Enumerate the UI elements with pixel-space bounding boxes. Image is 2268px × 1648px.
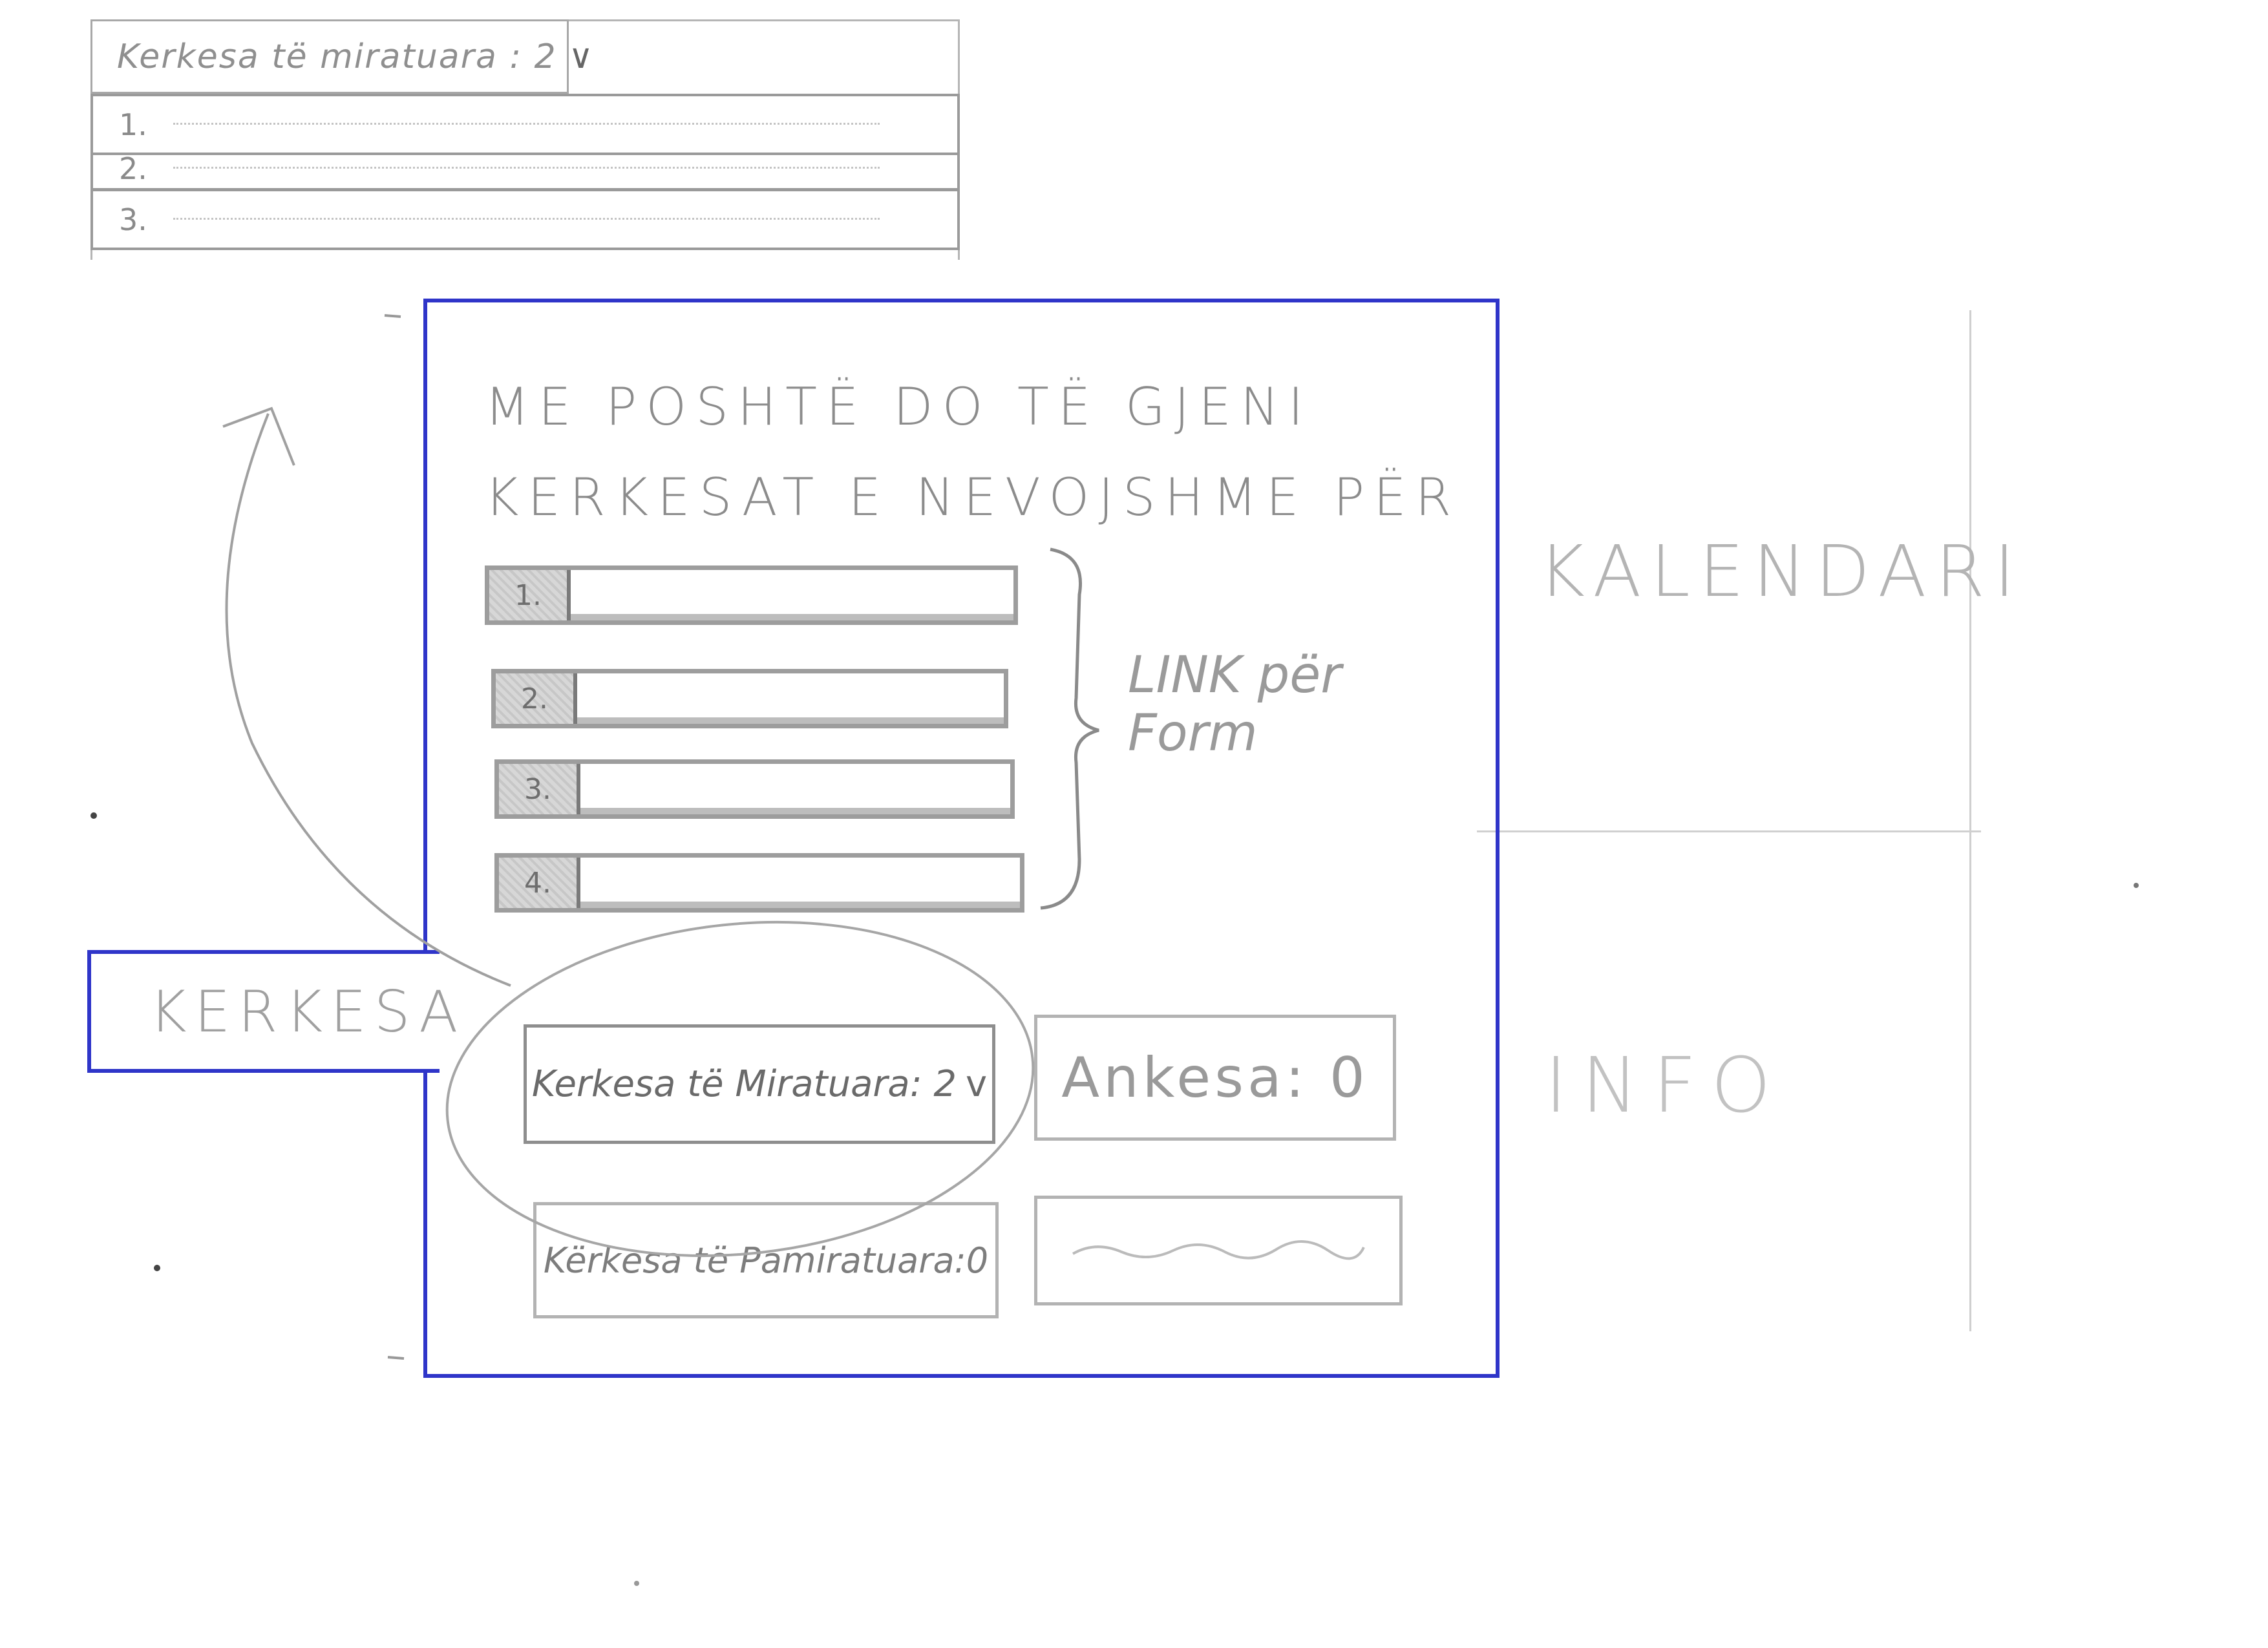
placeholder-line xyxy=(173,166,880,171)
unapproved-requests-label: Kërkesa të Pamiratuara:0 xyxy=(543,1240,989,1281)
approved-requests-dropdown[interactable]: Kerkesa të Miratuara: 2 v xyxy=(524,1024,995,1144)
right-sidebar-divider xyxy=(1477,830,1981,832)
chevron-down-icon: v xyxy=(966,1063,988,1105)
placeholder-line xyxy=(173,217,880,222)
link-field xyxy=(577,673,1004,724)
request-form-link[interactable]: 3. xyxy=(494,759,1015,819)
approved-requests-label: Kerkesa të Miratuara: 2 xyxy=(531,1063,957,1105)
right-sidebar xyxy=(1480,310,1971,1331)
dropdown-list-item[interactable]: 1. xyxy=(90,94,960,155)
sidebar-item-kerkesa[interactable]: KERKESA xyxy=(87,950,458,1073)
link-number: 4. xyxy=(499,858,580,908)
link-number: 1. xyxy=(489,570,571,620)
approved-requests-dropdown-header[interactable]: Kerkesa të miratuara : 2 ∨ xyxy=(90,19,593,94)
dropdown-list-item[interactable]: 3. xyxy=(90,189,960,250)
complaints-counter[interactable]: Ankesa: 0 xyxy=(1034,1015,1396,1141)
arrow-head xyxy=(222,407,295,466)
request-form-link[interactable]: 1. xyxy=(485,565,1018,625)
sidebar-item-label: KERKESA xyxy=(149,978,466,1045)
link-annotation: LINK për Form xyxy=(1128,646,1342,763)
request-form-link[interactable]: 4. xyxy=(494,853,1024,913)
link-field xyxy=(571,570,1013,620)
unapproved-requests-counter[interactable]: Kërkesa të Pamiratuara:0 xyxy=(533,1202,999,1318)
list-item-number: 2. xyxy=(119,151,147,186)
placeholder-squiggle xyxy=(1072,1240,1365,1260)
empty-stat-box[interactable] xyxy=(1034,1196,1403,1305)
dropdown-list-item[interactable]: 2. xyxy=(90,149,960,191)
link-number: 2. xyxy=(496,673,577,724)
dropdown-header-label: Kerkesa të miratuara : 2 xyxy=(117,37,557,76)
request-form-link[interactable]: 2. xyxy=(491,669,1008,728)
placeholder-line xyxy=(173,122,880,127)
link-number: 3. xyxy=(499,764,580,814)
link-field xyxy=(580,764,1010,814)
chevron-down-icon: ∨ xyxy=(568,37,595,76)
calendar-panel-label[interactable]: KALENDARI xyxy=(1538,530,2024,613)
list-item-number: 1. xyxy=(119,107,147,142)
list-item-number: 3. xyxy=(119,202,147,237)
info-panel-label[interactable]: INFO xyxy=(1545,1041,1785,1130)
complaints-label: Ankesa: 0 xyxy=(1061,1045,1369,1110)
link-field xyxy=(580,858,1020,908)
